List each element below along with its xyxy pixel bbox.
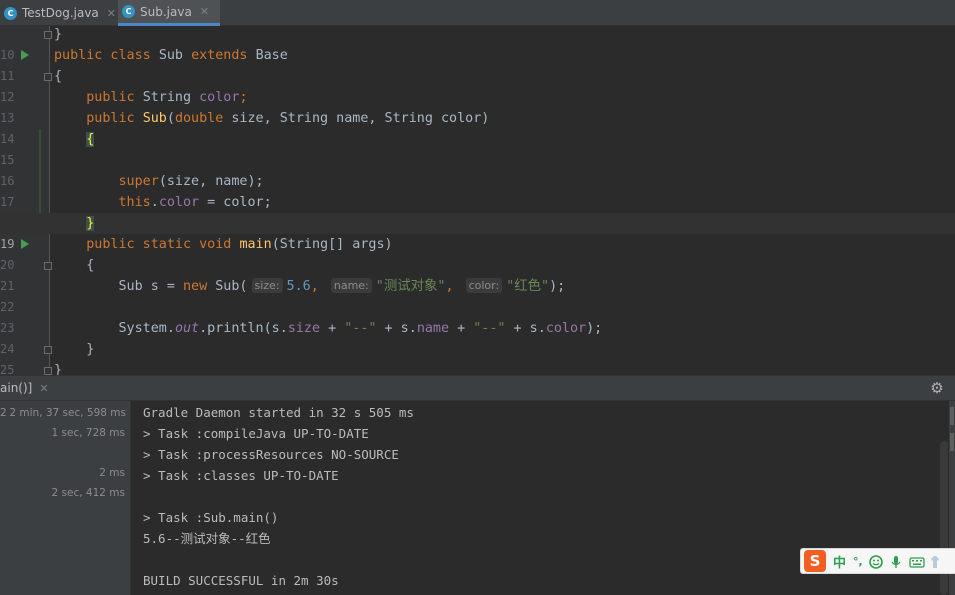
code-line: 12 { <box>0 66 955 104</box>
code-line: 15 { <box>0 129 955 167</box>
microphone-icon[interactable] <box>889 554 903 568</box>
fold-icon[interactable] <box>44 262 52 270</box>
run-tab[interactable]: ain()] ✕ <box>0 376 55 401</box>
tab-label: TestDog.java <box>22 6 99 20</box>
ime-punct-toggle[interactable]: °, <box>853 555 863 568</box>
run-toolwindow-header: ain()] ✕ ⚙ <box>0 375 955 401</box>
parameter-hint: color: <box>465 278 503 293</box>
console-line: 5.6--测试对象--红色 <box>143 531 271 546</box>
duration-label: 1 sec, 728 ms <box>51 427 125 439</box>
code-line: 20 public static void main(String[] args… <box>0 234 955 272</box>
console-line: BUILD SUCCESSFUL in 2m 30s <box>143 573 339 588</box>
tree-row[interactable]: 2 sec, 412 ms <box>52 483 125 503</box>
code-line: 13 public String color; <box>0 87 955 125</box>
duration-label: 2 min, 37 sec, 598 ms <box>9 407 126 419</box>
skin-icon[interactable] <box>929 554 943 568</box>
code-line: 21 { <box>0 255 955 293</box>
run-tab-label: ain()] <box>0 381 33 395</box>
code-line: 24 System.out.println(s.size + "--" + s.… <box>0 318 955 356</box>
parameter-hint: name: <box>330 278 372 293</box>
duration-label: 2 ms <box>99 467 125 479</box>
tab-sub[interactable]: C Sub.java ✕ <box>118 0 220 26</box>
java-class-icon: C <box>122 5 135 18</box>
close-icon[interactable]: ✕ <box>200 5 209 18</box>
editor-tab-bar: C TestDog.java ✕ C Sub.java ✕ <box>0 0 955 26</box>
fold-icon[interactable] <box>44 73 52 81</box>
code-line: 22 Sub s = new Sub(size: 5.6, name: "测试对象"… <box>0 276 955 314</box>
console-line: > Task :Sub.main() <box>143 510 279 525</box>
code-line: 25 } <box>0 339 955 375</box>
parameter-hint: size: <box>251 278 283 293</box>
code-line: 16 <box>0 150 955 188</box>
fold-icon[interactable] <box>44 31 52 39</box>
tab-testdog[interactable]: C TestDog.java ✕ <box>0 0 117 26</box>
code-line: 11 public class Sub extends Base <box>0 45 955 83</box>
run-triangle-icon[interactable] <box>21 50 29 60</box>
java-class-icon: C <box>4 6 17 20</box>
code-editor[interactable]: 10 } 11 public class Sub extends Base 12… <box>0 26 955 375</box>
code-line: 23 <box>0 297 955 335</box>
fold-icon[interactable] <box>44 367 52 375</box>
console-line: > Task :compileJava UP-TO-DATE <box>143 426 369 441</box>
scroll-marker <box>950 433 954 451</box>
close-icon[interactable]: ✕ <box>107 7 116 20</box>
sogou-logo-icon[interactable]: S <box>804 550 826 572</box>
tree-row[interactable]: 2 ms <box>99 463 125 483</box>
ime-mode-toggle[interactable]: 中 <box>833 552 846 571</box>
code-line: 18 this.color = color; <box>0 192 955 230</box>
emoji-icon[interactable] <box>868 554 883 569</box>
duration-label: 2 sec, 412 ms <box>51 487 125 499</box>
gear-icon[interactable]: ⚙ <box>929 380 945 396</box>
console-line: Gradle Daemon started in 32 s 505 ms <box>143 405 414 420</box>
tree-row[interactable]: 1 sec, 728 ms <box>52 423 125 443</box>
console-line: > Task :classes UP-TO-DATE <box>143 468 339 483</box>
tab-label: Sub.java <box>140 4 192 19</box>
code-line-current: 19 } <box>0 213 955 251</box>
code-line: 17 super(size, name); <box>0 171 955 209</box>
ime-toolbar[interactable]: S 中 °, <box>800 548 955 574</box>
code-line: 26 } <box>0 360 955 375</box>
keyboard-icon[interactable] <box>909 554 925 568</box>
run-triangle-icon[interactable] <box>21 239 29 249</box>
console-line: > Task :processResources NO-SOURCE <box>143 447 399 462</box>
scroll-marker <box>950 407 954 425</box>
code-line: 14 public Sub(double size, String name, … <box>0 108 955 146</box>
close-icon[interactable]: ✕ <box>39 382 48 395</box>
tree-row[interactable]: 2 2 min, 37 sec, 598 ms <box>0 403 126 423</box>
fold-icon[interactable] <box>44 346 52 354</box>
code-line: 10 } <box>0 26 955 62</box>
run-tree[interactable]: 2 2 min, 37 sec, 598 ms 1 sec, 728 ms 2 … <box>0 401 131 595</box>
